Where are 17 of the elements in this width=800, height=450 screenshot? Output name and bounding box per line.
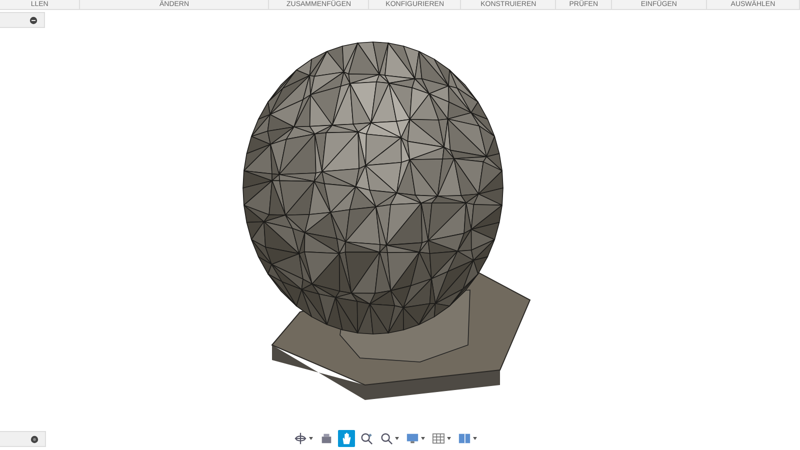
comments-panel[interactable] bbox=[0, 431, 46, 447]
orbit-icon bbox=[294, 432, 307, 445]
pan-icon bbox=[340, 432, 353, 445]
view-tool-button[interactable] bbox=[292, 430, 315, 447]
caret-icon bbox=[395, 437, 399, 440]
caret-icon bbox=[447, 437, 451, 440]
browser-panel[interactable] bbox=[0, 12, 45, 28]
caret-icon bbox=[421, 437, 425, 440]
caret-icon bbox=[473, 437, 477, 440]
grid-icon bbox=[432, 432, 445, 445]
view-tool-button[interactable] bbox=[338, 430, 355, 447]
zoomwindow-icon bbox=[360, 432, 373, 445]
collapse-icon[interactable] bbox=[29, 16, 38, 24]
viewports-icon bbox=[458, 432, 471, 445]
caret-icon bbox=[309, 437, 313, 440]
zoom-icon bbox=[380, 432, 393, 445]
display-icon bbox=[406, 432, 419, 445]
